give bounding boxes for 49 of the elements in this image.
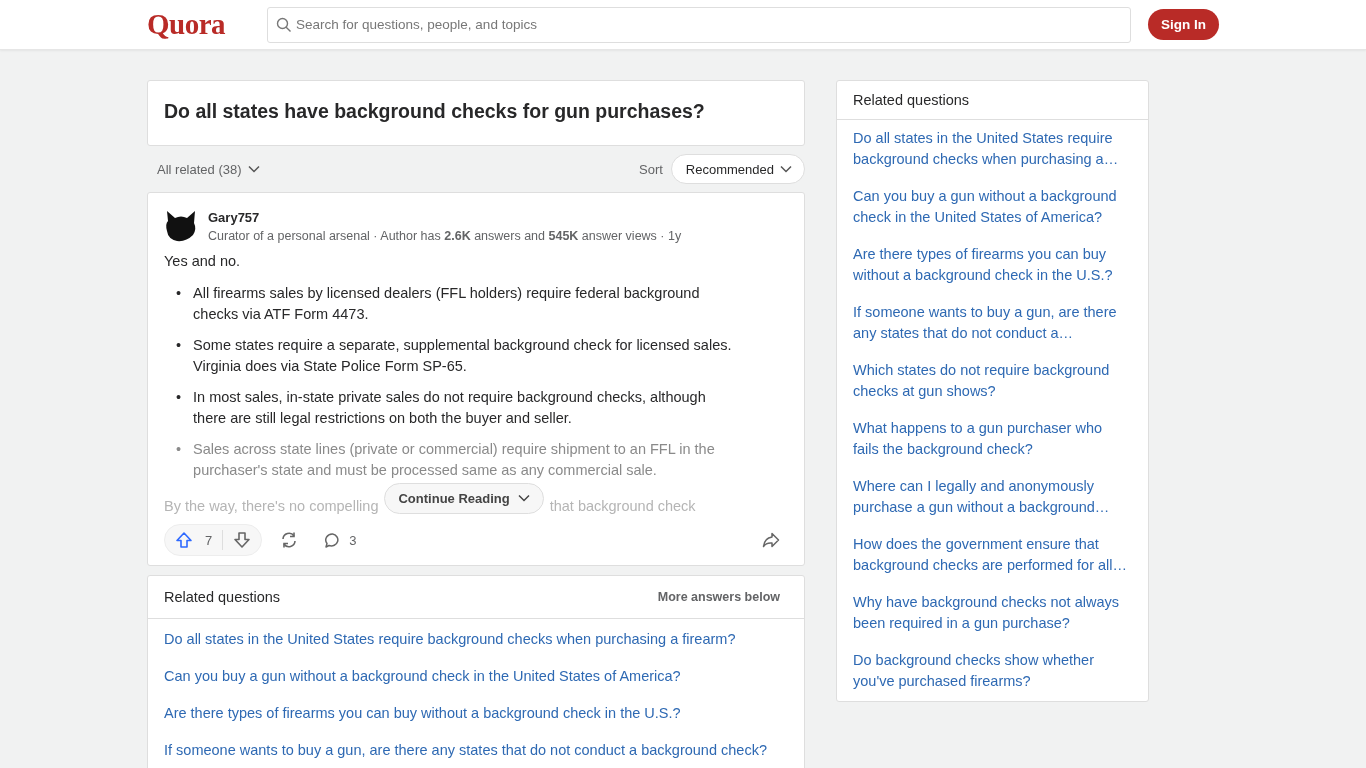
answer-text: Yes and no. [164, 253, 242, 269]
search-icon [276, 16, 292, 33]
bullet-point: Some states require a separate, supplemental background check for licensed sales. Virginia does via State Police Form SP-65. [193, 336, 733, 376]
related-question-link[interactable]: What happens to a gun purchaser who fails the background check? [853, 418, 1128, 460]
author-name[interactable]: Gary757 [208, 209, 682, 225]
answer-text: By the way, there's no compelling [164, 498, 379, 514]
related-question-link[interactable]: How does the government ensure that background checks are performed for all… [853, 534, 1128, 576]
author-credentials: Curator of a personal arsenal · Author has 2.6K answers and 545K answer views · 1y [208, 228, 682, 243]
comments-button[interactable]: 3 [316, 527, 365, 553]
related-question-link[interactable]: Do all states in the United States require background checks when purchasing a firearm? [164, 629, 788, 650]
related-question-link[interactable]: If someone wants to buy a gun, are there any states that do not conduct a… [853, 302, 1128, 344]
sign-in-button[interactable]: Sign In [1148, 9, 1219, 40]
answer-text: that background check [549, 498, 696, 514]
all-related-dropdown[interactable]: All related (38) [147, 161, 270, 177]
question-title: Do all states have background checks for gun purchases? [164, 100, 706, 123]
section-title: Related questions [853, 92, 970, 108]
quora-logo[interactable]: Quora [147, 8, 267, 41]
related-question-link[interactable]: Can you buy a gun without a background check in the United States of America? [853, 186, 1128, 228]
chevron-icon [247, 165, 260, 173]
bullet-marker: • [176, 284, 182, 303]
related-question-link[interactable]: Are there types of firearms you can buy without a background check in the U.S.? [853, 244, 1128, 286]
up-arrow-icon [175, 531, 193, 549]
related-question-link[interactable]: Do background checks show whether you've purchased firearms? [853, 650, 1128, 692]
more-answers-note: More answers below [657, 590, 780, 604]
chevron-icon [780, 165, 792, 173]
bullet-point: In most sales, in-state private sales do not require background checks, although there are still legal restrictions on both the buyer and seller. [193, 388, 707, 428]
sort-label: Sort [639, 161, 663, 177]
related-question-link[interactable]: If someone wants to buy a gun, are there any states that do not conduct a background check? [164, 740, 788, 761]
share-arrow-icon [762, 531, 780, 549]
related-question-link[interactable]: Are there types of firearms you can buy without a background check in the U.S.? [164, 703, 788, 724]
down-arrow-icon [233, 531, 252, 549]
related-question-link[interactable]: Why have background checks not always been required in a gun purchase? [853, 592, 1128, 634]
related-question-link[interactable]: Which states do not require background checks at gun shows? [853, 360, 1128, 402]
related-question-link[interactable]: Do all states in the United States require background checks when purchasing a… [853, 128, 1128, 170]
refresh-icon [280, 531, 299, 549]
bullet-marker: • [176, 336, 182, 355]
search-field[interactable]: Search for questions, people, and topics [267, 6, 1131, 43]
chevron-icon [517, 494, 530, 502]
continue-reading-button[interactable]: Continue Reading [384, 482, 544, 514]
bullet-marker: • [176, 440, 182, 459]
sort-dropdown[interactable]: Recommended [670, 154, 805, 184]
bullet-marker: • [176, 388, 182, 407]
related-question-link[interactable]: Where can I legally and anonymously purchase a gun without a background… [853, 476, 1128, 518]
bullet-point: All firearms sales by licensed dealers (FFL holders) require federal background checks via ATF Form 4473. [193, 284, 701, 324]
section-title: Related questions [164, 589, 281, 605]
avatar-icon[interactable] [164, 209, 198, 243]
bullet-point: Sales across state lines (private or commercial) require shipment to an FFL in the purchaser's state and must be processed same as any commercial sale. [193, 440, 716, 480]
related-question-link[interactable]: Can you buy a gun without a background check in the United States of America? [164, 666, 788, 687]
upvote-button[interactable]: 7 [165, 531, 223, 549]
